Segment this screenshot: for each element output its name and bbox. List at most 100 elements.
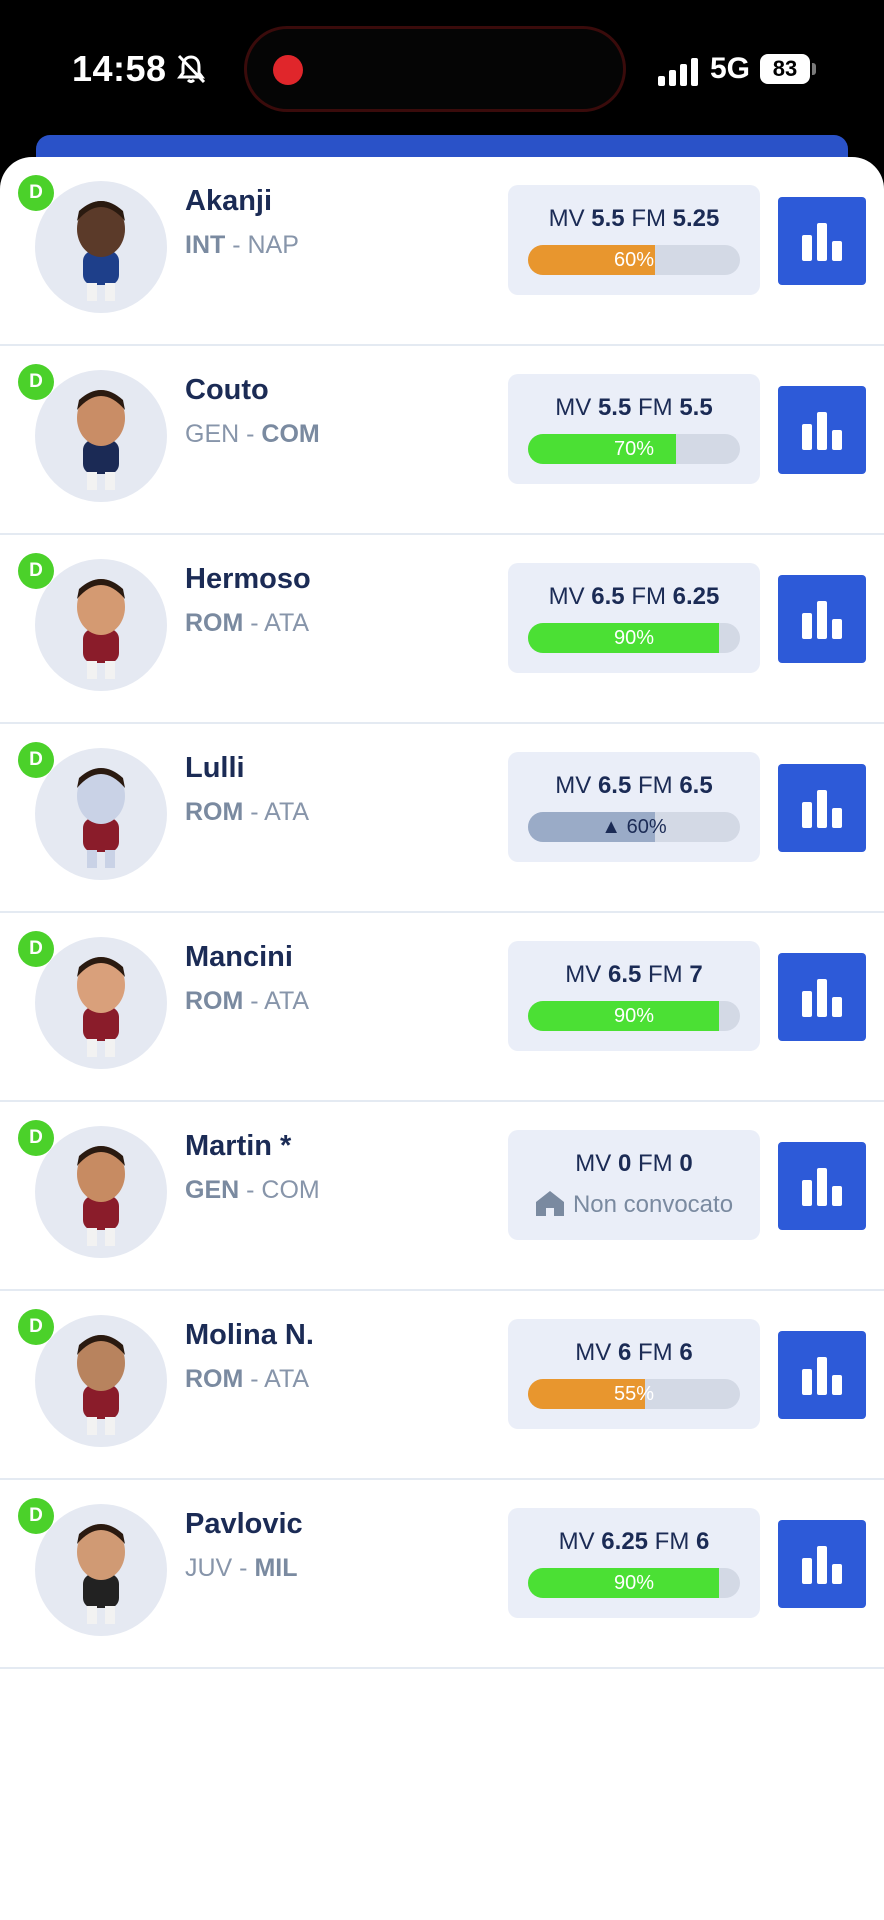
stats-chart-button[interactable]	[778, 386, 866, 474]
player-row[interactable]: D Akanji INT - NAP MV 5.5 FM 5.25 60%	[0, 157, 884, 346]
status-time: 14:58	[72, 48, 167, 89]
playing-probability-label: 70%	[613, 438, 655, 460]
role-badge: D	[18, 553, 54, 589]
player-portrait-icon	[77, 579, 125, 679]
mv-value: 5.5	[591, 205, 625, 232]
stats-chart-button[interactable]	[778, 1142, 866, 1230]
stats-chart-button[interactable]	[778, 1520, 866, 1608]
team-separator: -	[232, 1554, 255, 1582]
fm-value: 0	[679, 1150, 693, 1177]
stats-chart-button[interactable]	[778, 575, 866, 663]
playing-probability-bar: ▲ 60%	[528, 812, 740, 842]
battery-icon: 83	[760, 54, 810, 84]
team-separator: -	[243, 1365, 265, 1393]
team-away: COM	[261, 420, 320, 448]
player-row[interactable]: D Hermoso ROM - ATA MV 6.5 FM 6.25 90%	[0, 535, 884, 724]
team-separator: -	[225, 231, 248, 259]
team-home: ROM	[185, 609, 244, 637]
bar-chart-icon	[802, 1168, 842, 1206]
role-badge: D	[18, 1120, 54, 1156]
player-name[interactable]: Molina N.	[185, 1319, 314, 1352]
status-bar: 14:58 5G 83	[0, 0, 884, 140]
stats-chart-button[interactable]	[778, 1331, 866, 1419]
bar-chart-icon	[802, 412, 842, 450]
playing-probability-label: 60%	[613, 249, 655, 271]
vote-line: MV 6 FM 6	[508, 1339, 760, 1367]
player-portrait-icon	[77, 768, 125, 868]
player-name[interactable]: Martin *	[185, 1130, 291, 1163]
mv-value: 6.5	[607, 961, 642, 988]
player-avatar	[35, 748, 167, 880]
player-name[interactable]: Couto	[185, 374, 269, 407]
team-home: INT	[185, 231, 226, 259]
bar-chart-icon	[802, 979, 842, 1017]
player-name[interactable]: Akanji	[185, 185, 272, 218]
playing-probability-bar: 60%	[528, 245, 740, 275]
player-row[interactable]: D Molina N. ROM - ATA MV 6 FM 6 55%	[0, 1291, 884, 1480]
player-match: ROM - ATA	[185, 798, 309, 827]
fm-value: 6	[696, 1528, 710, 1555]
bar-chart-icon	[802, 601, 842, 639]
player-name[interactable]: Pavlovic	[185, 1508, 303, 1541]
network-type: 5G	[710, 52, 751, 85]
role-badge: D	[18, 1498, 54, 1534]
home-icon	[535, 1191, 564, 1216]
player-match: ROM - ATA	[185, 609, 309, 638]
player-name[interactable]: Hermoso	[185, 563, 311, 596]
vote-line: MV 0 FM 0	[508, 1150, 760, 1178]
team-home: GEN	[185, 420, 240, 448]
playing-probability-bar: 90%	[528, 1001, 740, 1031]
mv-value: 6	[617, 1339, 632, 1366]
player-stats-box: MV 5.5 FM 5.5 70%	[508, 374, 760, 484]
team-away: COM	[261, 1176, 320, 1204]
player-row[interactable]: D Mancini ROM - ATA MV 6.5 FM 7 90%	[0, 913, 884, 1102]
stats-chart-button[interactable]	[778, 953, 866, 1041]
player-row[interactable]: D Pavlovic JUV - MIL MV 6.25 FM 6 90%	[0, 1480, 884, 1669]
vote-line: MV 6.5 FM 6.25	[508, 583, 760, 611]
mv-label: MV	[565, 961, 608, 988]
player-match: INT - NAP	[185, 231, 299, 260]
team-separator: -	[243, 609, 265, 637]
fm-label: FM	[624, 583, 673, 610]
player-avatar	[35, 370, 167, 502]
team-separator: -	[239, 1176, 262, 1204]
stats-chart-button[interactable]	[778, 764, 866, 852]
signal-icon	[658, 58, 698, 86]
player-avatar	[35, 1126, 167, 1258]
availability-label: Non convocato	[572, 1191, 734, 1218]
mv-value: 5.5	[597, 394, 632, 421]
fm-label: FM	[641, 961, 690, 988]
vote-line: MV 5.5 FM 5.5	[508, 394, 760, 422]
fm-label: FM	[631, 1339, 680, 1366]
player-name[interactable]: Mancini	[185, 941, 293, 974]
mv-label: MV	[555, 394, 598, 421]
player-avatar	[35, 559, 167, 691]
dynamic-island	[244, 26, 626, 112]
player-portrait-icon	[77, 201, 125, 301]
player-match: GEN - COM	[185, 1176, 320, 1205]
player-portrait-icon	[77, 390, 125, 490]
team-away: NAP	[247, 231, 299, 259]
mv-label: MV	[575, 1339, 618, 1366]
playing-probability-label: 90%	[613, 1005, 655, 1027]
team-home: JUV	[185, 1554, 233, 1582]
player-row[interactable]: D Lulli ROM - ATA MV 6.5 FM 6.5 ▲ 60%	[0, 724, 884, 913]
stats-chart-button[interactable]	[778, 197, 866, 285]
battery-tip	[812, 63, 816, 75]
mv-label: MV	[548, 205, 592, 232]
playing-probability-label: ▲ 60%	[601, 816, 667, 838]
team-home: ROM	[185, 1365, 244, 1393]
playing-probability-bar: 70%	[528, 434, 740, 464]
team-home: GEN	[185, 1176, 240, 1204]
bell-muted-icon	[177, 54, 206, 84]
player-row[interactable]: D Martin * GEN - COM MV 0 FM 0 Non convocato	[0, 1102, 884, 1291]
player-name[interactable]: Lulli	[185, 752, 245, 785]
fm-label: FM	[631, 1150, 680, 1177]
playing-probability-bar: 90%	[528, 1568, 740, 1598]
role-badge: D	[18, 364, 54, 400]
recording-indicator-icon	[273, 55, 303, 85]
player-stats-box: MV 6.5 FM 7 90%	[508, 941, 760, 1051]
mv-value: 6.25	[601, 1528, 649, 1555]
player-row[interactable]: D Couto GEN - COM MV 5.5 FM 5.5 70%	[0, 346, 884, 535]
player-portrait-icon	[77, 1524, 125, 1624]
